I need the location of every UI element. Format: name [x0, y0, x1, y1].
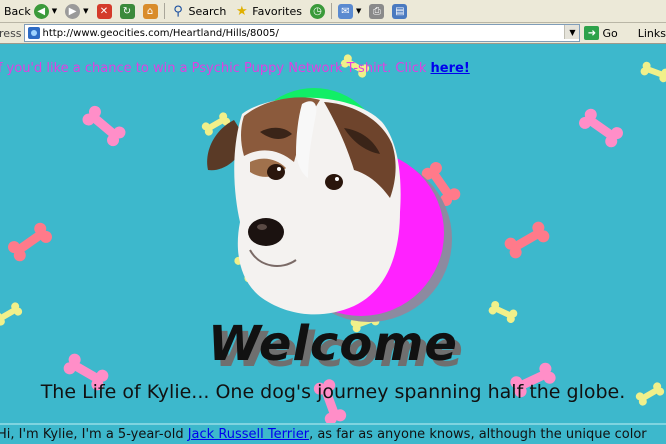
home-icon: ⌂ — [142, 3, 158, 19]
browser-toolbar: Back ◀ ▼ ▶ ▼ ✕ ↻ ⌂ ⚲ Search ★ Favorites … — [0, 0, 666, 23]
stop-button[interactable]: ✕ — [93, 1, 116, 21]
address-bar: Address http://www.geocities.com/Heartla… — [0, 23, 666, 44]
links-button[interactable]: Links — [638, 27, 666, 40]
toolbar-separator — [163, 3, 165, 19]
go-arrow-icon: ➜ — [584, 26, 600, 40]
search-button[interactable]: ⚲ Search — [167, 1, 231, 21]
edit-page-icon: ▤ — [392, 3, 408, 19]
search-button-label: Search — [188, 4, 227, 18]
mail-dropdown-icon[interactable]: ▼ — [356, 7, 361, 15]
go-button[interactable]: ➜ Go — [584, 26, 618, 40]
welcome-heading: Welcome — [208, 316, 458, 372]
edit-button[interactable]: ▤ — [388, 1, 411, 21]
history-button[interactable]: ◷ — [306, 1, 329, 21]
back-button[interactable]: Back ◀ ▼ — [0, 1, 61, 21]
favorites-button-label: Favorites — [252, 4, 302, 18]
address-url: http://www.geocities.com/Heartland/Hills… — [42, 27, 279, 39]
back-button-label: Back — [4, 4, 31, 18]
forward-arrow-icon: ▶ — [65, 3, 81, 19]
history-icon: ◷ — [310, 3, 325, 19]
back-dropdown-icon[interactable]: ▼ — [52, 7, 57, 15]
printer-icon: ⎙ — [369, 3, 385, 19]
refresh-button[interactable]: ↻ — [116, 1, 139, 21]
print-button[interactable]: ⎙ — [365, 1, 388, 21]
go-button-label: Go — [602, 26, 618, 40]
home-button[interactable]: ⌂ — [139, 1, 162, 21]
address-dropdown-icon[interactable]: ▼ — [564, 25, 580, 39]
favorites-button[interactable]: ★ Favorites — [230, 1, 306, 21]
page-icon — [27, 27, 40, 39]
intro-text-continued: , as far as anyone knows, although the u… — [309, 427, 647, 442]
star-icon: ★ — [235, 3, 248, 19]
back-arrow-icon: ◀ — [33, 3, 49, 19]
promo-text: If you'd like a chance to win a Psychic … — [0, 61, 427, 76]
address-label: Address — [0, 26, 22, 40]
mail-icon: ✉ — [338, 3, 353, 19]
page-content: If you'd like a chance to win a Psychic … — [0, 44, 666, 444]
intro-paragraph: Hi, I'm Kylie, I'm a 5-year-old Jack Rus… — [0, 423, 666, 442]
refresh-icon: ↻ — [119, 3, 135, 19]
mail-button[interactable]: ✉ ▼ — [334, 1, 365, 21]
jack-russell-link[interactable]: Jack Russell Terrier — [188, 427, 309, 442]
forward-button[interactable]: ▶ ▼ — [61, 1, 92, 21]
dog-photo — [207, 97, 401, 315]
forward-dropdown-icon[interactable]: ▼ — [83, 7, 88, 15]
address-input[interactable]: http://www.geocities.com/Heartland/Hills… — [23, 24, 581, 42]
intro-text: Hi, I'm Kylie, I'm a 5-year-old — [0, 427, 184, 442]
page-tagline: The Life of Kylie... One dog's journey s… — [40, 381, 626, 403]
stop-icon: ✕ — [96, 3, 112, 19]
promo-line: If you'd like a chance to win a Psychic … — [0, 61, 470, 76]
toolbar-separator — [331, 3, 332, 19]
promo-link[interactable]: here! — [431, 61, 470, 76]
search-icon: ⚲ — [173, 3, 183, 19]
